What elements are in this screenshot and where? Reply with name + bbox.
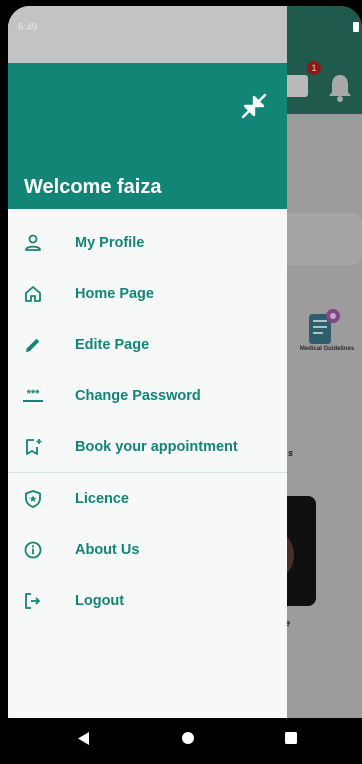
- menu-item-label: Book your appointment: [75, 438, 238, 455]
- background-card: [278, 213, 362, 265]
- system-nav-bar: [8, 718, 362, 758]
- home-button[interactable]: [181, 731, 195, 745]
- bell-icon: [329, 75, 351, 102]
- password-icon: ***: [21, 384, 45, 408]
- person-icon: [21, 231, 45, 255]
- guidelines-label: Medical Guidelines: [299, 346, 355, 352]
- recents-button[interactable]: [285, 732, 297, 744]
- menu-item-about-us[interactable]: About Us: [8, 524, 287, 575]
- background-text-fragment: s: [288, 448, 294, 458]
- back-triangle-icon: [78, 732, 89, 745]
- menu-item-label: My Profile: [75, 234, 145, 251]
- drawer-menu: My Profile Home Page Edite Page *** Chan…: [8, 217, 287, 626]
- info-icon: [21, 538, 45, 562]
- recents-square-icon: [285, 732, 297, 744]
- menu-item-my-profile[interactable]: My Profile: [8, 217, 287, 268]
- phone-frame: 1 Medical Guidelines s ce: [0, 0, 362, 764]
- welcome-title: Welcome faiza: [24, 176, 162, 198]
- home-icon: [21, 282, 45, 306]
- menu-item-licence[interactable]: Licence: [8, 473, 287, 524]
- back-button[interactable]: [78, 732, 90, 745]
- drawer-status-band: [8, 6, 287, 63]
- notification-badge: 1: [307, 61, 321, 75]
- guidelines-icon: [309, 309, 340, 344]
- menu-item-edite-page[interactable]: Edite Page: [8, 319, 287, 370]
- status-time: 6:49: [18, 22, 38, 33]
- navigation-drawer: Welcome faiza My Profile Home Page Edite…: [8, 6, 287, 718]
- screen: 1 Medical Guidelines s ce: [8, 6, 362, 758]
- collapse-button[interactable]: [234, 86, 274, 126]
- menu-item-home-page[interactable]: Home Page: [8, 268, 287, 319]
- shield-star-icon: [21, 487, 45, 511]
- battery-icon: [353, 22, 359, 32]
- menu-item-label: Home Page: [75, 285, 154, 302]
- menu-item-change-password[interactable]: *** Change Password: [8, 370, 287, 421]
- menu-item-label: Logout: [75, 592, 125, 609]
- menu-item-label: Licence: [75, 490, 129, 507]
- collapse-arrows-icon: [241, 93, 267, 119]
- menu-item-label: Edite Page: [75, 336, 150, 353]
- menu-item-label: About Us: [75, 541, 140, 558]
- bookmark-add-icon: [21, 435, 45, 459]
- svg-text:***: ***: [27, 388, 41, 400]
- logout-icon: [21, 589, 45, 613]
- menu-item-book-appointment[interactable]: Book your appointment: [8, 421, 287, 472]
- pencil-icon: [21, 333, 45, 357]
- menu-item-label: Change Password: [75, 387, 201, 404]
- home-circle-icon: [182, 732, 194, 744]
- menu-item-logout[interactable]: Logout: [8, 575, 287, 626]
